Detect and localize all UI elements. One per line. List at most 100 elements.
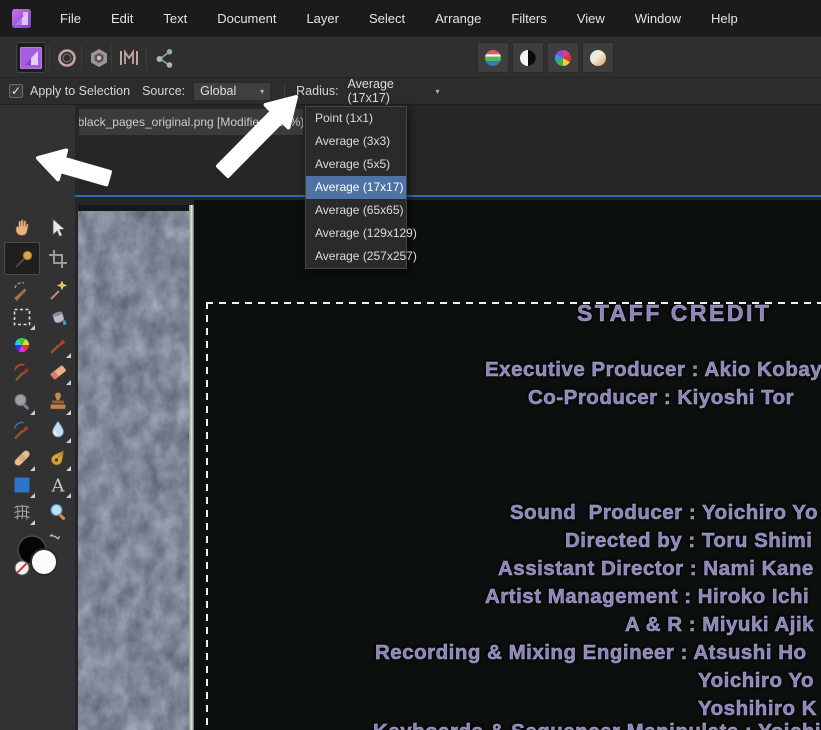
menu-text[interactable]: Text: [148, 0, 202, 37]
radius-option-average-65x65-[interactable]: Average (65x65): [306, 199, 406, 222]
auto-colours-button[interactable]: [547, 42, 579, 73]
cursor-arrow-icon: [47, 217, 69, 239]
tone-mapping-persona-button[interactable]: [114, 42, 144, 73]
menu-edit[interactable]: Edit: [96, 0, 148, 37]
context-separator: [284, 83, 285, 100]
subtool-indicator: [30, 410, 35, 415]
chevron-down-icon: ▾: [436, 87, 440, 96]
crop-icon: [47, 248, 69, 270]
tone-mapping-persona-icon: [118, 47, 140, 69]
main-toolbar: [0, 37, 821, 78]
swap-colours-icon: [50, 535, 60, 540]
undo-brush-tool[interactable]: [9, 417, 35, 443]
chevron-down-icon: ▾: [260, 87, 264, 96]
source-dropdown[interactable]: Global ▾: [193, 82, 271, 101]
auto-levels-button[interactable]: [477, 42, 509, 73]
develop-persona-button[interactable]: [84, 42, 114, 73]
blur-brush-tool[interactable]: [45, 417, 71, 443]
color-wheel-brush-icon: [11, 334, 33, 356]
photo-persona-icon: [20, 47, 42, 69]
subtool-indicator: [30, 325, 35, 330]
menu-select[interactable]: Select: [354, 0, 420, 37]
menu-layer[interactable]: Layer: [291, 0, 354, 37]
clone-brush-tool[interactable]: [45, 389, 71, 415]
text-tool[interactable]: A: [45, 472, 71, 498]
credit-line: Yoshihiro K: [698, 697, 817, 721]
document-tab-title: black_pages_original.png [Modified] (25%…: [79, 115, 303, 129]
credit-line: Co-Producer : Kiyoshi Tor: [528, 386, 794, 410]
auto-contrast-button[interactable]: [512, 42, 544, 73]
menu-document[interactable]: Document: [202, 0, 291, 37]
crop-tool[interactable]: [45, 246, 71, 272]
menu-window[interactable]: Window: [620, 0, 696, 37]
toolbar-separator: [49, 45, 50, 70]
menu-filters[interactable]: Filters: [496, 0, 561, 37]
paint-brush-tool[interactable]: [45, 332, 71, 358]
dodge-brush-tool[interactable]: [9, 389, 35, 415]
liquify-persona-icon: [56, 47, 78, 69]
radius-option-point-1x1-[interactable]: Point (1x1): [306, 107, 406, 130]
color-picker-tool[interactable]: [11, 246, 37, 272]
flood-fill-tool[interactable]: [45, 304, 71, 330]
menu-help[interactable]: Help: [696, 0, 753, 37]
hand-icon: [11, 217, 33, 239]
subtool-indicator: [30, 520, 35, 525]
svg-text:A: A: [51, 476, 66, 497]
radius-option-average-3x3-[interactable]: Average (3x3): [306, 130, 406, 153]
rectangle-tool[interactable]: [9, 472, 35, 498]
view-tool[interactable]: [9, 215, 35, 241]
pen-tool[interactable]: [45, 445, 71, 471]
menu-view[interactable]: View: [562, 0, 620, 37]
auto-contrast-icon: [518, 48, 538, 68]
app-logo-icon: [12, 9, 31, 28]
menu-arrange[interactable]: Arrange: [420, 0, 496, 37]
credit-line: Artist Management : Hiroko Ichi: [485, 585, 809, 609]
swirl-brush-icon: [11, 361, 33, 383]
radius-option-average-17x17-[interactable]: Average (17x17): [306, 176, 406, 199]
smudge-brush-tool[interactable]: [9, 359, 35, 385]
booklet-spine-texture: [78, 205, 190, 730]
subtool-indicator: [66, 353, 71, 358]
apply-to-selection-label: Apply to Selection: [30, 84, 130, 98]
radius-option-average-257x257-[interactable]: Average (257x257): [306, 245, 406, 268]
credit-line: Assistant Director : Nami Kane: [498, 557, 814, 581]
foreground-colour-swatch: [31, 549, 57, 575]
credit-line: Yoichiro Yo: [698, 669, 814, 693]
menu-bar: FileEditTextDocumentLayerSelectArrangeFi…: [0, 0, 821, 37]
color-replacement-brush-tool[interactable]: [9, 332, 35, 358]
develop-persona-icon: [88, 47, 110, 69]
magic-wand-icon: [47, 279, 69, 301]
export-persona-icon: [154, 47, 176, 69]
subtool-indicator: [66, 410, 71, 415]
export-persona-button[interactable]: [150, 42, 180, 73]
erase-brush-tool[interactable]: [45, 359, 71, 385]
zoom-tool[interactable]: [45, 499, 71, 525]
flood-select-tool[interactable]: [45, 277, 71, 303]
liquify-persona-button[interactable]: [52, 42, 82, 73]
selection-marching-ants-top: [206, 302, 821, 304]
history-brush-icon: [11, 419, 33, 441]
menu-items: FileEditTextDocumentLayerSelectArrangeFi…: [45, 0, 753, 37]
toolbar-separator: [146, 45, 147, 70]
move-tool[interactable]: [45, 215, 71, 241]
photo-persona-button[interactable]: [16, 42, 46, 73]
selection-brush-tool[interactable]: [9, 277, 35, 303]
radius-dropdown[interactable]: Average (17x17) ▾: [348, 77, 440, 105]
document-view: black_pages_original.png [Modified] (25%…: [75, 105, 821, 730]
auto-white-balance-button[interactable]: [582, 42, 614, 73]
healing-brush-tool[interactable]: [9, 445, 35, 471]
radius-label: Radius:: [296, 84, 338, 98]
document-tab[interactable]: black_pages_original.png [Modified] (25%…: [79, 109, 303, 135]
menu-file[interactable]: File: [45, 0, 96, 37]
radius-option-average-129x129-[interactable]: Average (129x129): [306, 222, 406, 245]
source-value: Global: [200, 84, 236, 98]
credit-line: Directed by : Toru Shimi: [565, 529, 812, 553]
apply-to-selection-checkbox[interactable]: ✓: [9, 84, 23, 98]
radius-dropdown-menu: Point (1x1)Average (3x3)Average (5x5)Ave…: [305, 106, 407, 269]
mesh-warp-tool[interactable]: [9, 499, 35, 525]
auto-colours-icon: [553, 48, 573, 68]
marquee-tool[interactable]: [9, 304, 35, 330]
radius-option-average-5x5-[interactable]: Average (5x5): [306, 153, 406, 176]
affinity-photo-window: FileEditTextDocumentLayerSelectArrangeFi…: [0, 0, 821, 730]
selection-brush-icon: [11, 279, 33, 301]
